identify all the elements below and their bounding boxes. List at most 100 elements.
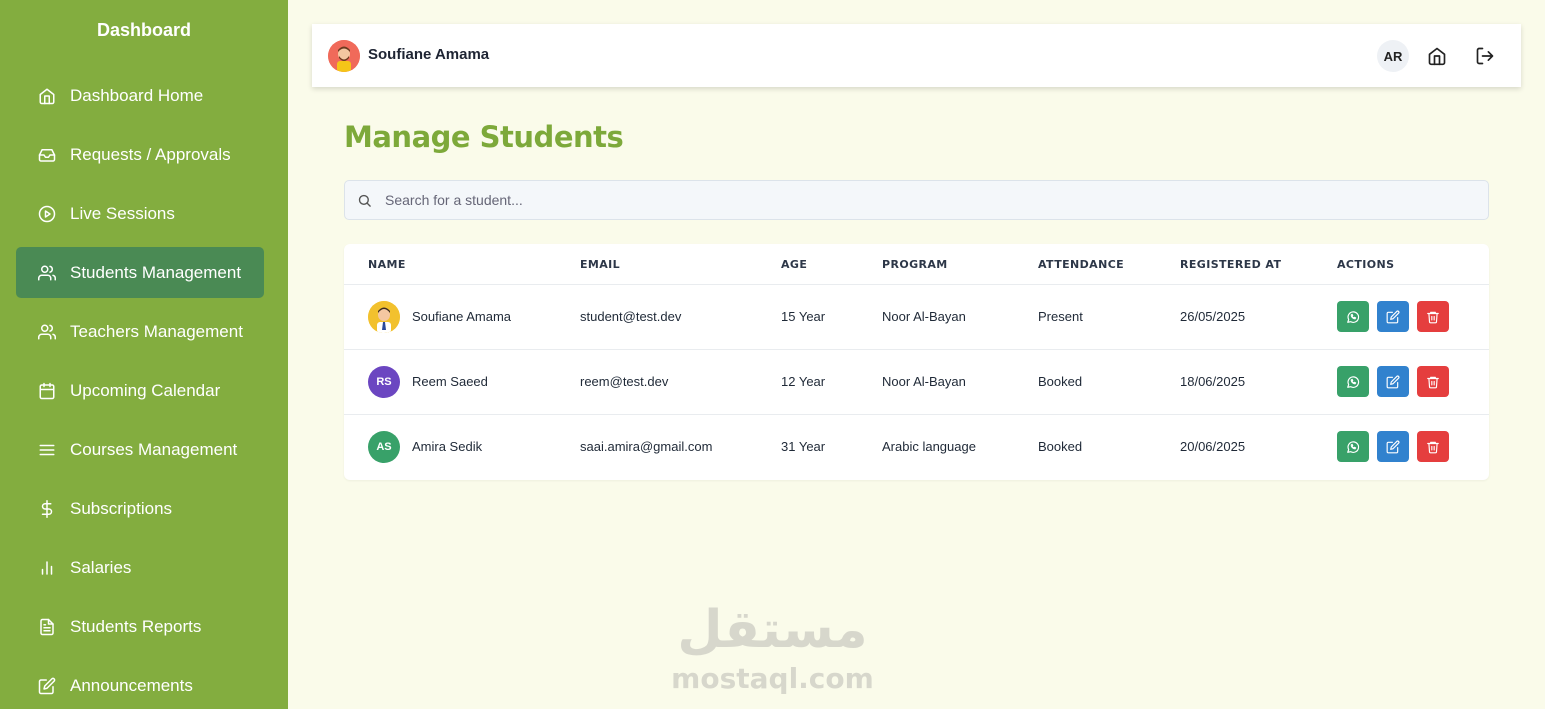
student-program: Noor Al-Bayan [882, 374, 966, 389]
table-header-registered: REGISTERED AT [1180, 258, 1282, 271]
dollar-icon [41, 499, 53, 518]
edit-button[interactable] [1377, 431, 1409, 462]
table-header-name: NAME [368, 258, 406, 271]
sidebar-item-label: Upcoming Calendar [70, 380, 221, 400]
avatar [368, 301, 400, 333]
search-input[interactable] [385, 181, 1475, 219]
page-title: Manage Students [344, 120, 624, 154]
home-icon[interactable] [1427, 46, 1447, 66]
sidebar-item-label: Students Management [70, 262, 242, 282]
student-attendance: Present [1038, 309, 1083, 324]
whatsapp-button[interactable] [1337, 301, 1369, 332]
whatsapp-icon [1347, 310, 1360, 323]
whatsapp-button[interactable] [1337, 366, 1369, 397]
student-registered: 20/06/2025 [1180, 439, 1246, 454]
table-header-program: PROGRAM [882, 258, 948, 271]
table-header-attendance: ATTENDANCE [1038, 258, 1125, 271]
sidebar-item-requests[interactable]: Requests / Approvals [16, 129, 264, 180]
avatar: RS [368, 366, 400, 398]
top-user-name: Soufiane Amama [368, 46, 490, 63]
whatsapp-icon [1347, 440, 1360, 453]
sidebar-item-upcoming-calendar[interactable]: Upcoming Calendar [16, 365, 264, 416]
table-header-email: EMAIL [580, 258, 621, 271]
sidebar-item-label: Live Sessions [70, 203, 175, 223]
watermark-latin: mostaql.com [671, 662, 874, 695]
delete-button[interactable] [1417, 301, 1449, 332]
sidebar-item-label: Requests / Approvals [70, 144, 231, 164]
user-avatar-icon [328, 40, 360, 72]
edit-button[interactable] [1377, 301, 1409, 332]
table-row: AS Amira Sedik saai.amira@gmail.com 31 Y… [344, 414, 1489, 479]
student-name: Amira Sedik [412, 439, 483, 454]
logout-icon[interactable] [1475, 46, 1495, 66]
delete-button[interactable] [1417, 431, 1449, 462]
student-email: saai.amira@gmail.com [580, 439, 713, 454]
avatar[interactable] [328, 40, 360, 72]
student-attendance: Booked [1038, 374, 1083, 389]
file-text-icon [40, 618, 54, 635]
watermark-arabic: مستقل [677, 600, 868, 660]
delete-button[interactable] [1417, 366, 1449, 397]
topbar: Soufiane Amama AR [312, 24, 1521, 87]
users-icon [38, 265, 56, 280]
sidebar-item-label: Announcements [70, 675, 193, 695]
table-header-actions: ACTIONS [1337, 258, 1395, 271]
avatar: AS [368, 431, 400, 463]
student-email: reem@test.dev [580, 374, 669, 389]
whatsapp-button[interactable] [1337, 431, 1369, 462]
language-toggle-button[interactable]: AR [1377, 40, 1409, 72]
sidebar-item-label: Dashboard Home [70, 85, 204, 105]
inbox-icon [38, 148, 56, 162]
student-attendance: Booked [1038, 439, 1083, 454]
table-row: Soufiane Amama student@test.dev 15 Year … [344, 284, 1489, 349]
sidebar-item-label: Teachers Management [70, 321, 243, 341]
sidebar: Dashboard Dashboard Home Requests / Appr… [0, 0, 288, 709]
sidebar-item-label: Salaries [70, 557, 132, 577]
sidebar-item-label: Students Reports [70, 616, 202, 636]
sidebar-item-students-reports[interactable]: Students Reports [16, 601, 264, 652]
table-row: RS Reem Saeed reem@test.dev 12 Year Noor… [344, 349, 1489, 414]
home-icon [39, 88, 55, 104]
student-registered: 18/06/2025 [1180, 374, 1246, 389]
students-table: NAME EMAIL AGE PROGRAM ATTENDANCE REGIST… [344, 244, 1489, 480]
student-email: student@test.dev [580, 309, 682, 324]
sidebar-item-subscriptions[interactable]: Subscriptions [16, 483, 264, 534]
edit-icon [1386, 375, 1400, 388]
student-program: Noor Al-Bayan [882, 309, 966, 324]
watermark: مستقل mostaql.com [660, 600, 885, 695]
student-registered: 26/05/2025 [1180, 309, 1246, 324]
sidebar-item-salaries[interactable]: Salaries [16, 542, 264, 593]
sidebar-item-dashboard-home[interactable]: Dashboard Home [16, 70, 264, 121]
edit-icon [1386, 310, 1400, 323]
search-icon [358, 194, 371, 207]
edit-icon [38, 677, 56, 694]
trash-icon [1427, 441, 1439, 453]
menu-icon [39, 444, 55, 455]
sidebar-item-label: Courses Management [70, 439, 238, 459]
student-name: Soufiane Amama [412, 309, 512, 324]
sidebar-item-students-management[interactable]: Students Management [16, 247, 264, 298]
trash-icon [1427, 311, 1439, 323]
play-circle-icon [38, 205, 56, 222]
sidebar-item-courses-management[interactable]: Courses Management [16, 424, 264, 475]
sidebar-nav: Dashboard Home Requests / Approvals Live… [16, 70, 264, 709]
student-name: Reem Saeed [412, 374, 488, 389]
student-age: 15 Year [781, 309, 826, 324]
edit-button[interactable] [1377, 366, 1409, 397]
student-age: 12 Year [781, 374, 826, 389]
calendar-icon [39, 382, 55, 399]
edit-icon [1386, 440, 1400, 453]
trash-icon [1427, 376, 1439, 388]
sidebar-title: Dashboard [96, 20, 192, 40]
sidebar-item-live-sessions[interactable]: Live Sessions [16, 188, 264, 239]
whatsapp-icon [1347, 375, 1360, 388]
sidebar-item-announcements[interactable]: Announcements [16, 660, 264, 709]
student-avatar-icon [368, 301, 400, 333]
search-bar [344, 180, 1489, 220]
table-header-age: AGE [781, 258, 808, 271]
student-program: Arabic language [882, 439, 976, 454]
sidebar-item-label: Subscriptions [70, 498, 173, 518]
sidebar-item-teachers-management[interactable]: Teachers Management [16, 306, 264, 357]
users-icon [38, 324, 56, 339]
bar-chart-icon [41, 560, 53, 575]
